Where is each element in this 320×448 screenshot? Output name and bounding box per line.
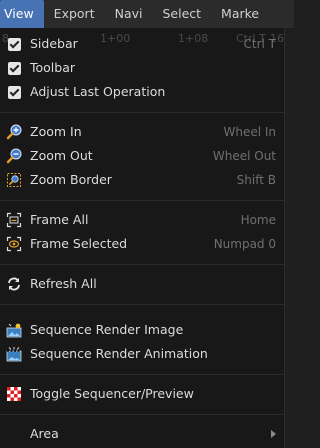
menu-item-label: Refresh All bbox=[30, 276, 97, 291]
menu-item-shortcut: Numpad 0 bbox=[213, 237, 276, 251]
menu-item-label: Sequence Render Image bbox=[30, 322, 184, 337]
menu-item-toolbar[interactable]: Toolbar bbox=[0, 56, 284, 80]
menu-item-zoom-out[interactable]: Zoom Out Wheel Out bbox=[0, 144, 284, 168]
menu-navi[interactable]: Navi bbox=[105, 0, 153, 28]
frame-selected-icon bbox=[6, 236, 22, 252]
menubar: View Export Navi Select Marke bbox=[0, 0, 294, 29]
checkbox-checked-icon[interactable] bbox=[6, 60, 22, 76]
menu-item-zoom-in[interactable]: Zoom In Wheel In bbox=[0, 120, 284, 144]
view-dropdown-menu: 8 1+00 1+08 Ctrl T 16 Sidebar Ctrl T Too… bbox=[0, 28, 285, 448]
menu-item-adjust-last-operation[interactable]: Adjust Last Operation bbox=[0, 80, 284, 104]
checkbox-checked-icon[interactable] bbox=[6, 84, 22, 100]
menu-item-shortcut: Shift B bbox=[236, 173, 276, 187]
menu-item-label: Zoom Border bbox=[30, 172, 112, 187]
menu-item-zoom-border[interactable]: Zoom Border Shift B bbox=[0, 168, 284, 192]
zoom-in-icon bbox=[6, 124, 22, 140]
refresh-icon bbox=[6, 276, 22, 292]
menu-divider bbox=[0, 264, 284, 265]
menu-item-label: Zoom In bbox=[30, 124, 82, 139]
menu-item-frame-all[interactable]: Frame All Home bbox=[0, 208, 284, 232]
menu-item-label: Sidebar bbox=[30, 36, 78, 51]
checker-toggle-icon bbox=[6, 386, 22, 402]
checkbox-checked-icon[interactable] bbox=[6, 36, 22, 52]
menu-select[interactable]: Select bbox=[152, 0, 211, 28]
menu-item-area[interactable]: Area bbox=[0, 422, 284, 446]
zoom-border-icon bbox=[6, 172, 22, 188]
menu-item-label: Adjust Last Operation bbox=[30, 84, 166, 99]
menu-divider bbox=[0, 414, 284, 415]
menu-item-label: Frame Selected bbox=[30, 236, 128, 251]
menu-item-shortcut: Ctrl T bbox=[243, 37, 277, 51]
menu-item-sequence-render-animation[interactable]: Sequence Render Animation bbox=[0, 342, 284, 366]
menu-divider bbox=[0, 200, 284, 201]
menu-item-frame-selected[interactable]: Frame Selected Numpad 0 bbox=[0, 232, 284, 256]
render-animation-icon bbox=[6, 346, 22, 362]
frame-all-icon bbox=[6, 212, 22, 228]
menu-item-shortcut: Home bbox=[240, 213, 276, 227]
menu-item-label: Zoom Out bbox=[30, 148, 93, 163]
menu-export[interactable]: Export bbox=[44, 0, 105, 28]
menu-item-shortcut: Wheel Out bbox=[212, 149, 276, 163]
chevron-right-icon bbox=[271, 430, 276, 438]
menu-marker[interactable]: Marke bbox=[211, 0, 269, 28]
menu-item-label: Toolbar bbox=[30, 60, 76, 75]
menu-item-sequence-render-image[interactable]: Sequence Render Image bbox=[0, 318, 284, 342]
menu-item-refresh-all[interactable]: Refresh All bbox=[0, 272, 284, 296]
menu-item-label: Sequence Render Animation bbox=[30, 346, 208, 361]
menu-item-shortcut: Wheel In bbox=[223, 125, 276, 139]
menu-divider bbox=[0, 374, 284, 375]
menu-item-toggle-sequencer-preview[interactable]: Toggle Sequencer/Preview bbox=[0, 382, 284, 406]
menu-divider bbox=[0, 304, 284, 305]
menu-divider bbox=[0, 112, 284, 113]
menu-item-label: Frame All bbox=[30, 212, 89, 227]
menu-item-sidebar[interactable]: Sidebar Ctrl T bbox=[0, 32, 284, 56]
zoom-out-icon bbox=[6, 148, 22, 164]
menu-item-label: Area bbox=[30, 426, 59, 441]
render-image-icon bbox=[6, 322, 22, 338]
menu-view[interactable]: View bbox=[0, 0, 44, 28]
menu-item-label: Toggle Sequencer/Preview bbox=[30, 386, 194, 401]
